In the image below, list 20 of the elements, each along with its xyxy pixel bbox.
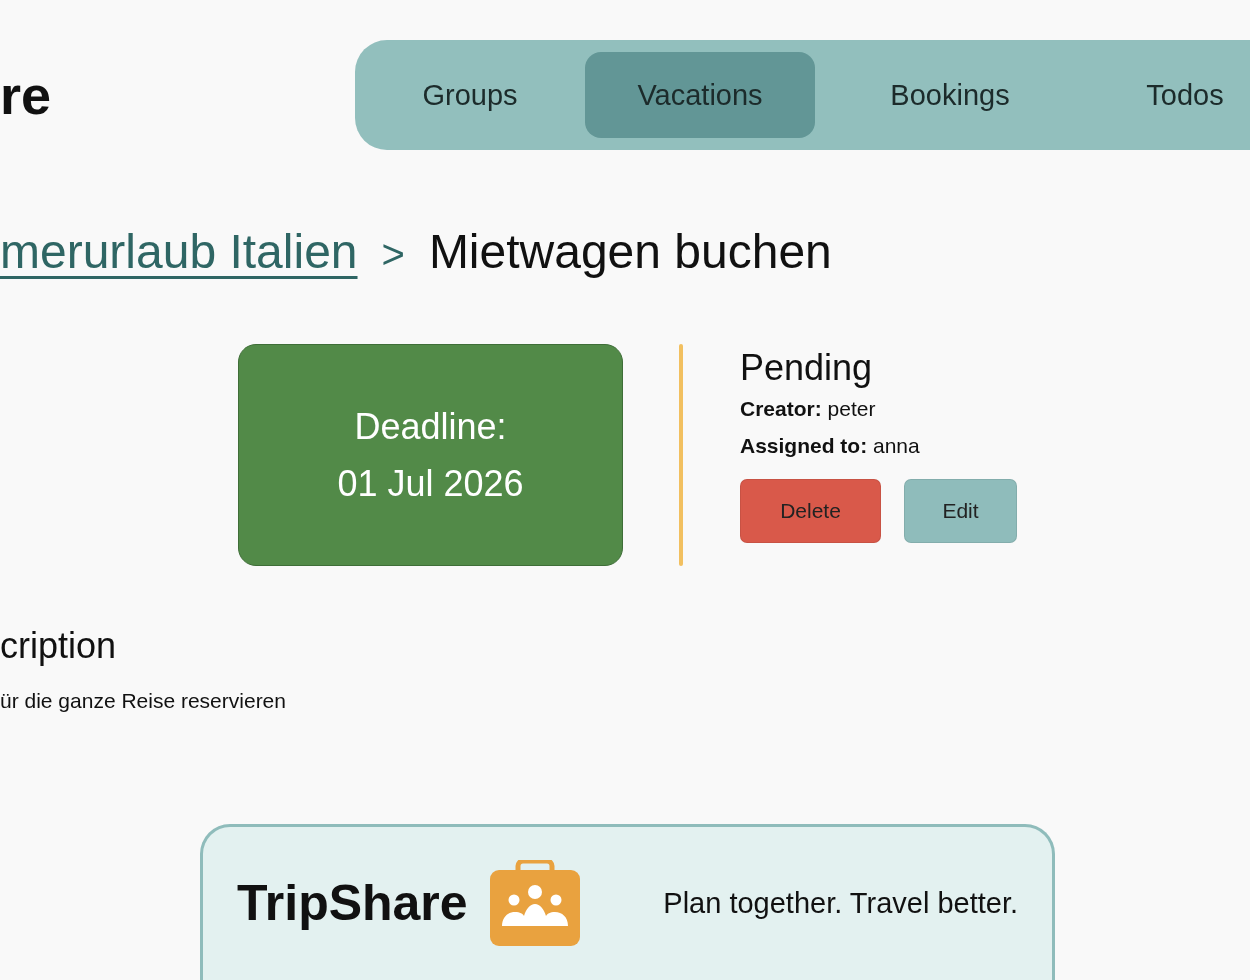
creator-text: Creator: peter — [740, 396, 877, 422]
section-heading: cription — [0, 624, 118, 668]
nav-tab[interactable]: Bookings — [835, 52, 1065, 138]
briefcase-group-icon — [489, 860, 580, 946]
brand-name: TripShare — [237, 874, 468, 933]
nav-tab[interactable]: Todos — [1085, 52, 1250, 138]
nav-tab[interactable]: Vacations — [585, 52, 815, 138]
description-text: ür die ganze Reise reservieren — [0, 688, 287, 714]
tagline: Plan together. Travel better. — [663, 886, 1018, 921]
breadcrumb-link[interactable]: merurlaub Italien — [0, 224, 358, 280]
deadline-label: Deadline: — [354, 405, 507, 449]
status-heading: Pending — [740, 346, 874, 390]
edit-button[interactable]: Edit — [904, 479, 1017, 543]
page-title: Mietwagen buchen — [428, 224, 832, 280]
logo-text: re — [0, 64, 53, 127]
deadline-date: 01 Jul 2026 — [337, 462, 524, 506]
delete-button[interactable]: Delete — [740, 479, 881, 543]
assignee-text: Assigned to: anna — [740, 433, 921, 459]
breadcrumb-separator: > — [381, 231, 405, 278]
nav-tab[interactable]: Groups — [355, 52, 585, 138]
